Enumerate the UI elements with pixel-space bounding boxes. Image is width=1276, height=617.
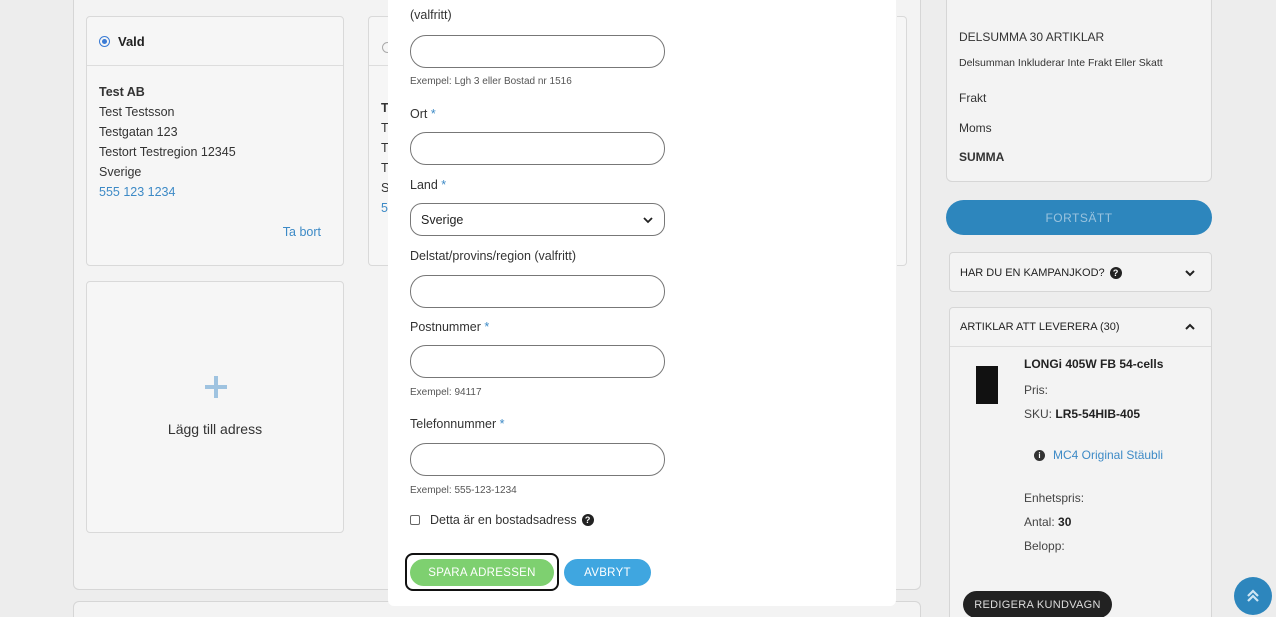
items-to-ship: ARTIKLAR ATT LEVERERA (30) LONGi 405W FB… — [949, 307, 1212, 617]
product-name[interactable]: LONGi 405W FB 54-cells — [1024, 357, 1163, 371]
items-header[interactable]: ARTIKLAR ATT LEVERERA (30) — [950, 308, 1211, 347]
postcode-input[interactable] — [410, 345, 665, 378]
subtotal-note: Delsumman Inkluderar Inte Frakt Eller Sk… — [959, 57, 1163, 69]
phone-label: Telefonnummer * — [410, 417, 505, 431]
help-icon[interactable]: ? — [1109, 267, 1122, 279]
address-card-selected[interactable]: Vald Test AB Test Testsson Testgatan 123… — [86, 16, 344, 266]
order-summary: DELSUMMA 30 ARTIKLAR Delsumman Inkludera… — [946, 0, 1212, 182]
address-line2-input[interactable] — [410, 35, 665, 68]
city-input[interactable] — [410, 132, 665, 165]
chevron-down-icon — [643, 217, 653, 224]
line2-label: (valfritt) — [410, 8, 452, 22]
address-lines: Test AB Test Testsson Testgatan 123 Test… — [87, 66, 343, 202]
promo-code-toggle[interactable]: HAR DU EN KAMPANJKOD? ? — [949, 252, 1212, 292]
address-status-label: Vald — [118, 33, 145, 49]
address-street: Testgatan 123 — [99, 125, 178, 139]
add-address-label: Lägg till adress — [167, 421, 263, 437]
address-city: Testort Testregion 12345 — [99, 145, 236, 159]
address-card-header[interactable]: Vald — [87, 17, 343, 66]
address-card-edge — [897, 16, 907, 266]
phone-input[interactable] — [410, 443, 665, 476]
add-address-card[interactable]: Lägg till adress — [86, 281, 344, 533]
edit-cart-button[interactable]: REDIGERA KUNDVAGN — [963, 591, 1112, 617]
address-company: Test AB — [99, 85, 145, 99]
region-label: Delstat/provins/region (valfritt) — [410, 249, 577, 263]
continue-button[interactable]: FORTSÄTT — [946, 200, 1212, 235]
postcode-hint: Exempel: 94117 — [410, 387, 482, 398]
product-sku: SKU: LR5-54HIB-405 — [1024, 407, 1141, 421]
residential-checkbox-row[interactable]: Detta är en bostadsadress ? — [410, 513, 594, 527]
info-icon: i — [1034, 449, 1045, 461]
product-price-label: Pris: — [1024, 383, 1048, 397]
country-select[interactable]: Sverige — [410, 203, 665, 236]
scroll-to-top-button[interactable] — [1234, 577, 1272, 615]
address-contact: Test Testsson — [99, 105, 175, 119]
promo-label: HAR DU EN KAMPANJKOD? ? — [960, 267, 1122, 279]
region-input[interactable] — [410, 275, 665, 308]
tax-label: Moms — [959, 121, 992, 135]
chevron-down-icon — [1185, 270, 1195, 277]
unit-price-label: Enhetspris: — [1024, 491, 1085, 505]
residential-checkbox[interactable] — [410, 515, 420, 525]
product-option[interactable]: i MC4 Original Stäubli — [1034, 448, 1163, 462]
shipping-label: Frakt — [959, 91, 987, 105]
product-option-label: MC4 Original Stäubli — [1053, 448, 1164, 462]
address-phone[interactable]: 555 123 1234 — [99, 182, 343, 202]
plus-icon — [205, 376, 227, 398]
residential-label: Detta är en bostadsadress — [430, 513, 577, 527]
cancel-button[interactable]: AVBRYT — [564, 559, 651, 586]
product-image[interactable] — [976, 366, 998, 404]
city-label: Ort * — [410, 107, 436, 121]
address-country: Sverige — [99, 165, 142, 179]
double-chevron-up-icon — [1247, 589, 1259, 602]
phone-hint: Exempel: 555-123-1234 — [410, 485, 517, 496]
radio-selected-icon[interactable] — [99, 35, 110, 47]
line2-hint: Exempel: Lgh 3 eller Bostad nr 1516 — [410, 76, 572, 87]
help-icon[interactable]: ? — [581, 514, 594, 526]
country-label: Land * — [410, 178, 447, 192]
amount-label: Belopp: — [1024, 539, 1065, 553]
country-select-value: Sverige — [421, 212, 464, 227]
subtotal-label: DELSUMMA 30 ARTIKLAR — [959, 30, 1105, 44]
save-address-button[interactable]: SPARA ADRESSEN — [410, 559, 554, 586]
postcode-label: Postnummer * — [410, 320, 490, 334]
items-header-label: ARTIKLAR ATT LEVERERA (30) — [960, 321, 1120, 333]
chevron-up-icon — [1185, 323, 1195, 330]
total-label: SUMMA — [959, 150, 1005, 164]
address-form-modal: (valfritt) Exempel: Lgh 3 eller Bostad n… — [388, 0, 896, 606]
remove-address-link[interactable]: Ta bort — [283, 225, 321, 239]
quantity: Antal: 30 — [1024, 515, 1072, 529]
